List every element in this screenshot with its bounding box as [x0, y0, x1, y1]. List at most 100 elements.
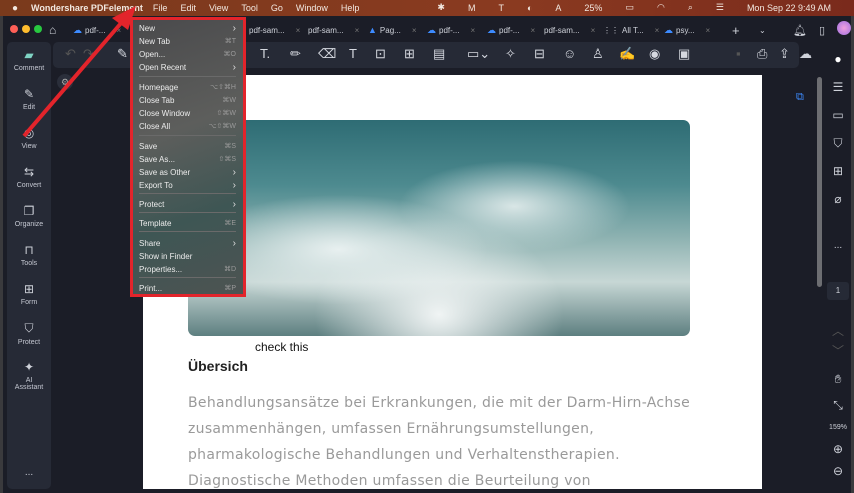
tab[interactable]: ☁ pdf-... ×	[73, 20, 121, 40]
hand-tool-icon[interactable]: ✋︎	[825, 372, 851, 387]
close-tab-icon[interactable]: ×	[655, 26, 660, 35]
status-icon[interactable]: ◐	[527, 3, 532, 13]
menu-help[interactable]: Help	[341, 3, 360, 13]
home-icon[interactable]: ⌂	[49, 20, 56, 40]
tab[interactable]: ☁ pdf-... ×	[427, 20, 475, 40]
thumbnails-icon[interactable]: ☰	[825, 80, 851, 94]
zoom-level[interactable]: 159%	[825, 424, 851, 431]
status-icon[interactable]: ✱	[437, 2, 445, 13]
new-tab-button[interactable]: +	[732, 20, 740, 40]
menu-item-show-in-finder[interactable]: Show in Finder	[139, 250, 236, 262]
zoom-out-icon[interactable]: ⊖	[825, 464, 851, 478]
search-icon[interactable]: ⌕	[688, 2, 693, 13]
wifi-icon[interactable]: ◠	[657, 2, 665, 13]
menu-window[interactable]: Window	[296, 3, 328, 13]
page-number-input[interactable]: 1	[827, 282, 849, 300]
stamp-icon[interactable]: ♙	[592, 46, 604, 62]
close-tab-icon[interactable]: ×	[591, 26, 596, 35]
gmail-icon[interactable]: M	[468, 3, 476, 13]
attachment-note-icon[interactable]: ▣	[678, 46, 690, 62]
close-tab-icon[interactable]: ×	[296, 26, 301, 35]
text-icon[interactable]: T	[498, 3, 504, 13]
undo-icon[interactable]: ↶	[65, 46, 76, 62]
control-center-icon[interactable]: ☰	[716, 2, 724, 13]
comment-list-icon[interactable]: ▭	[825, 108, 851, 122]
shape-icon[interactable]: ▭⌄	[467, 46, 490, 62]
scrollbar[interactable]	[817, 77, 822, 287]
tab[interactable]: ☁ psy... ×	[664, 20, 710, 40]
attachment-icon[interactable]: ⌀	[825, 192, 851, 206]
menu-item-open-recent[interactable]: Open Recent ›	[139, 61, 236, 73]
close-tab-icon[interactable]: ×	[470, 26, 475, 35]
battery-percent[interactable]: 25%	[584, 3, 602, 13]
pencil-icon[interactable]: ✏	[290, 46, 301, 62]
textbox-icon[interactable]: ⊡	[375, 46, 386, 62]
keyboard-input-icon[interactable]: A	[555, 3, 561, 13]
menu-edit[interactable]: Edit	[180, 3, 196, 13]
menu-item-open[interactable]: Open... ⌘O	[139, 48, 236, 60]
menu-item-protect[interactable]: Protect ›	[139, 198, 236, 210]
close-tab-icon[interactable]: ×	[530, 26, 535, 35]
sticker-icon[interactable]: ☺	[563, 46, 576, 61]
close-tab-icon[interactable]: ×	[412, 26, 417, 35]
avatar[interactable]	[837, 21, 851, 35]
fit-page-icon[interactable]: ⤡	[825, 398, 851, 413]
note-icon[interactable]: ▤	[433, 46, 445, 62]
menu-item-homepage[interactable]: Homepage ⌥⇧⌘H	[139, 81, 236, 93]
save-icon[interactable]: ▪	[736, 46, 741, 61]
menu-item-close-tab[interactable]: Close Tab ⌘W	[139, 94, 236, 106]
menu-tool[interactable]: Tool	[241, 3, 258, 13]
eye-icon[interactable]: ◉	[649, 46, 660, 62]
menu-item-properties[interactable]: Properties... ⌘D	[139, 263, 236, 275]
copy-icon[interactable]: ⧉	[796, 91, 804, 104]
menu-item-close-window[interactable]: Close Window ⇧⌘W	[139, 107, 236, 119]
tab[interactable]: pdf-sam... ×	[544, 20, 595, 40]
app-name[interactable]: Wondershare PDFelement	[31, 3, 143, 13]
minimize-window-button[interactable]	[22, 25, 30, 33]
menu-item-print[interactable]: Print... ⌘P	[139, 282, 236, 294]
highlighter-icon[interactable]: ✎	[117, 46, 128, 62]
sidebar-item-protect[interactable]: ⛉ Protect	[7, 321, 51, 346]
menu-item-share[interactable]: Share ›	[139, 237, 236, 249]
ai-bot-icon[interactable]: ●	[825, 52, 851, 66]
settings-sliders-icon[interactable]: ⚙	[57, 74, 73, 90]
tablet-icon[interactable]: ▯	[819, 20, 825, 40]
menu-item-save-as[interactable]: Save As... ⇧⌘S	[139, 153, 236, 165]
menu-item-template[interactable]: Template ⌘E	[139, 217, 236, 229]
redo-icon[interactable]: ↷	[83, 46, 94, 62]
measure-icon[interactable]: ⊟	[534, 46, 545, 62]
sidebar-item-convert[interactable]: ⇆ Convert	[7, 165, 51, 189]
sidebar-item-form[interactable]: ⊞ Form	[7, 282, 51, 306]
chevron-down-icon[interactable]: ⌄	[759, 20, 766, 40]
eraser-icon[interactable]: ⌫	[318, 46, 336, 62]
bell-icon[interactable]: 🔔︎	[793, 20, 807, 40]
upload-cloud-icon[interactable]: ☁	[799, 46, 812, 62]
text-icon[interactable]: T	[349, 46, 357, 61]
annotation-text[interactable]: check this	[255, 340, 308, 354]
close-window-button[interactable]	[10, 25, 18, 33]
more-icon[interactable]: ...	[825, 240, 851, 251]
menu-item-new[interactable]: New ›	[139, 22, 236, 34]
menu-go[interactable]: Go	[271, 3, 283, 13]
fields-icon[interactable]: ⊞	[825, 164, 851, 178]
sidebar-item-organize[interactable]: ❐ Organize	[7, 204, 51, 228]
menu-item-close-all[interactable]: Close All ⌥⇧⌘W	[139, 120, 236, 132]
apple-icon[interactable]: ●	[12, 3, 18, 14]
menu-item-save-as-other[interactable]: Save as Other ›	[139, 166, 236, 178]
sidebar-item-comment[interactable]: ▰ Comment	[7, 48, 51, 72]
chevron-down-icon[interactable]: ﹀	[825, 342, 851, 359]
menu-item-save[interactable]: Save ⌘S	[139, 140, 236, 152]
menu-file[interactable]: File	[153, 3, 168, 13]
text-comment-icon[interactable]: T.	[260, 46, 270, 61]
sidebar-item-tools[interactable]: ⊓ Tools	[7, 243, 51, 267]
signature-icon[interactable]: ✍	[619, 46, 635, 62]
tab[interactable]: ▲ Pag... ×	[368, 20, 417, 40]
tab[interactable]: pdf-sam... ×	[249, 20, 300, 40]
menu-item-export-to[interactable]: Export To ›	[139, 179, 236, 191]
clock[interactable]: Mon Sep 22 9:49 AM	[747, 3, 831, 13]
chevron-up-icon[interactable]: ︿	[825, 322, 851, 339]
menu-item-new-tab[interactable]: New Tab ⌘T	[139, 35, 236, 47]
tab[interactable]: ☁ pdf-... ×	[487, 20, 535, 40]
sidebar-item-edit[interactable]: ✎ Edit	[7, 87, 51, 111]
maximize-window-button[interactable]	[34, 25, 42, 33]
